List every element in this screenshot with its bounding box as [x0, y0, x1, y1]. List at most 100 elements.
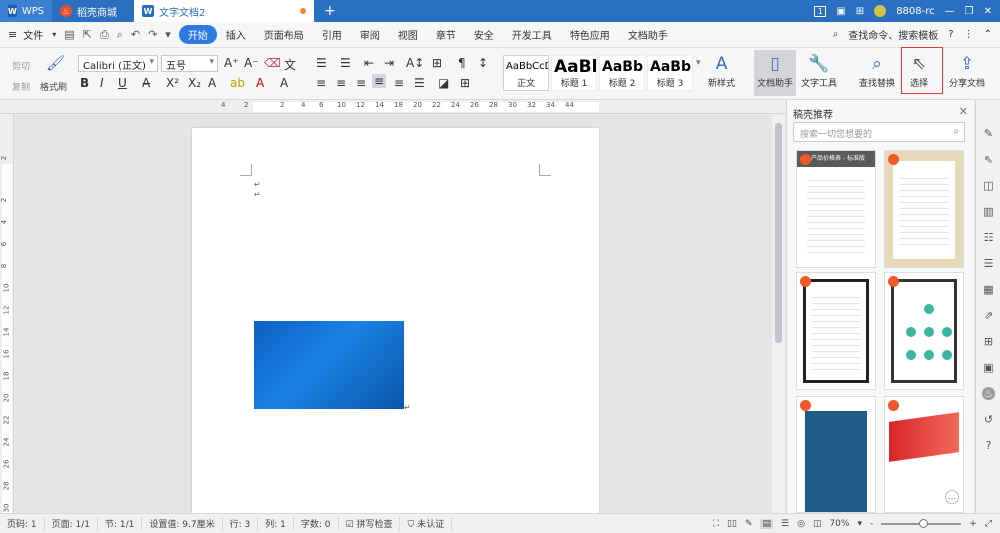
vertical-ruler[interactable]: 2 2 4 6 8 10 12 14 16 18 20 22 24 26 28 … [0, 114, 14, 513]
indent-icon[interactable]: ⇥ [384, 56, 394, 70]
distribute-icon[interactable]: ≡ [394, 76, 404, 90]
align-left-icon[interactable]: ≡ [316, 76, 326, 90]
web-view-icon[interactable]: ◎ [797, 519, 805, 529]
shrink-font-icon[interactable]: A⁻ [244, 56, 259, 70]
new-style-button[interactable]: A 新样式 [708, 52, 735, 89]
find-replace-button[interactable]: ⌕ 查找替换 [859, 52, 895, 89]
style-heading-2[interactable]: AaBb( 标题 2 [599, 55, 645, 91]
help-circle-icon[interactable]: ? [982, 439, 995, 452]
nav-icon[interactable]: ⊞ [982, 335, 995, 348]
menu-security[interactable]: 安全 [465, 27, 503, 42]
italic-icon[interactable]: I [100, 76, 104, 90]
sort-icon[interactable]: A↕ [406, 56, 424, 70]
shapes-icon[interactable]: ◫ [982, 179, 995, 192]
format-painter-button[interactable]: 格式刷 [40, 80, 67, 93]
document-canvas[interactable]: ↵ ↵ ↵ [15, 115, 772, 513]
fit-window-icon[interactable]: ⤢ [985, 519, 992, 529]
zoom-slider-knob[interactable] [919, 518, 929, 528]
menu-features[interactable]: 特色应用 [561, 27, 619, 42]
document-page[interactable]: ↵ ↵ ↵ [192, 128, 599, 513]
status-setting-value[interactable]: 设置值: 9.7厘米 [142, 517, 223, 530]
menu-file[interactable]: 文件 [21, 27, 52, 42]
template-card-letter[interactable] [884, 150, 964, 268]
skin-icon[interactable]: ▣ [836, 6, 845, 17]
doc-assistant-button[interactable]: ▯ 文档助手 [754, 50, 797, 96]
maximize-icon[interactable]: ❐ [965, 6, 974, 17]
adjust-icon[interactable]: ☷ [982, 231, 995, 244]
template-card-red-banner[interactable]: … [884, 396, 964, 513]
paragraph-mark[interactable]: ↵ [254, 190, 261, 199]
print-icon[interactable]: ⎙ [100, 28, 109, 42]
show-marks-icon[interactable]: ¶ [458, 56, 466, 70]
borders-icon[interactable]: ⊞ [460, 76, 470, 90]
pen-icon[interactable]: ✎ [982, 127, 995, 140]
align-center-icon[interactable]: ≡ [336, 76, 346, 90]
highlight-icon[interactable]: ab [230, 76, 245, 90]
auth-status[interactable]: ⛉ 未认证 [400, 517, 453, 530]
picture-icon[interactable]: ▣ [982, 361, 995, 374]
template-card-price-list[interactable]: 产品价格表 - 标准版 [796, 150, 876, 268]
outline-view-icon[interactable]: ☰ [781, 519, 789, 529]
minimize-icon[interactable]: — [945, 6, 955, 17]
share-doc-button[interactable]: ⇪ 分享文档 [949, 52, 985, 89]
cursor-icon[interactable]: ⇖ [982, 153, 995, 166]
status-word-count[interactable]: 字数: 0 [294, 517, 339, 530]
status-column[interactable]: 列: 1 [258, 517, 294, 530]
menu-chapter[interactable]: 章节 [427, 27, 465, 42]
zoom-out-button[interactable]: - [870, 519, 873, 529]
font-name-select[interactable]: Calibri (正文) [78, 55, 158, 72]
menu-view[interactable]: 视图 [389, 27, 427, 42]
char-shading-icon[interactable]: A [208, 76, 216, 90]
char-border-icon[interactable]: A [280, 76, 288, 90]
bullet-list-icon[interactable]: ☰ [316, 56, 327, 70]
vertical-scrollbar[interactable] [772, 115, 785, 513]
cut-button[interactable]: 剪切 [12, 59, 30, 72]
zoom-slider[interactable] [881, 518, 962, 528]
subscript-icon[interactable]: X₂ [188, 76, 201, 90]
copy-button[interactable]: 复制 [12, 80, 30, 93]
undo-icon[interactable]: ↶ [131, 28, 140, 42]
save-icon[interactable]: ▤ [64, 28, 74, 42]
write-mode-icon[interactable]: ✎ [745, 519, 753, 529]
asian-layout-icon[interactable]: ⊞ [432, 56, 442, 70]
scrollbar-thumb[interactable] [775, 123, 782, 343]
status-section[interactable]: 节: 1/1 [98, 517, 143, 530]
redo-icon[interactable]: ↷ [148, 28, 157, 42]
close-icon[interactable]: ✕ [959, 105, 968, 118]
style-heading-1[interactable]: AaBl 标题 1 [551, 55, 597, 91]
status-page-number[interactable]: 页码: 1 [0, 517, 45, 530]
chevron-down-icon[interactable]: ▾ [857, 519, 862, 529]
template-card-contract[interactable] [796, 272, 876, 390]
line-spacing-2-icon[interactable]: ☰ [414, 76, 425, 90]
more-icon[interactable]: ▾ [165, 28, 171, 42]
underline-icon[interactable]: U [118, 76, 127, 90]
font-color-icon[interactable]: A [256, 76, 264, 90]
tab-docer-store[interactable]: ♨ 稻壳商城 [52, 0, 134, 22]
page-badge[interactable]: 1 [814, 5, 827, 17]
menu-home[interactable]: 开始 [178, 25, 217, 44]
properties-icon[interactable]: ☰ [982, 257, 995, 270]
help-button[interactable]: ? [948, 29, 953, 40]
paragraph-mark[interactable]: ↵ [254, 180, 261, 189]
menu-dev-tools[interactable]: 开发工具 [503, 27, 561, 42]
menu-page-layout[interactable]: 页面布局 [255, 27, 313, 42]
outdent-icon[interactable]: ⇤ [364, 56, 374, 70]
font-size-select[interactable]: 五号 [161, 55, 218, 72]
phonetic-icon[interactable]: 文 [284, 56, 296, 73]
table-icon[interactable]: ▦ [982, 283, 995, 296]
shading-icon[interactable]: ◪ [438, 76, 449, 90]
search-icon[interactable]: ⌕ [833, 29, 839, 40]
more-options-icon[interactable]: ⋮ [964, 29, 974, 40]
page-view-icon[interactable]: ▤ [760, 518, 773, 529]
superscript-icon[interactable]: X² [166, 76, 179, 90]
style-normal[interactable]: AaBbCcDd 正文 [503, 55, 549, 91]
share-out-icon[interactable]: ⇗ [982, 309, 995, 322]
spell-check-button[interactable]: ☑ 拼写检查 [339, 517, 401, 530]
comment-icon[interactable]: … [945, 490, 959, 504]
style-heading-3[interactable]: AaBb( 标题 3 [647, 55, 693, 91]
close-icon[interactable]: ✕ [984, 6, 992, 17]
style-set-icon[interactable]: ▥ [982, 205, 995, 218]
menu-references[interactable]: 引用 [313, 27, 351, 42]
status-pages[interactable]: 页面: 1/1 [45, 517, 99, 530]
zoom-in-button[interactable]: + [969, 519, 977, 529]
